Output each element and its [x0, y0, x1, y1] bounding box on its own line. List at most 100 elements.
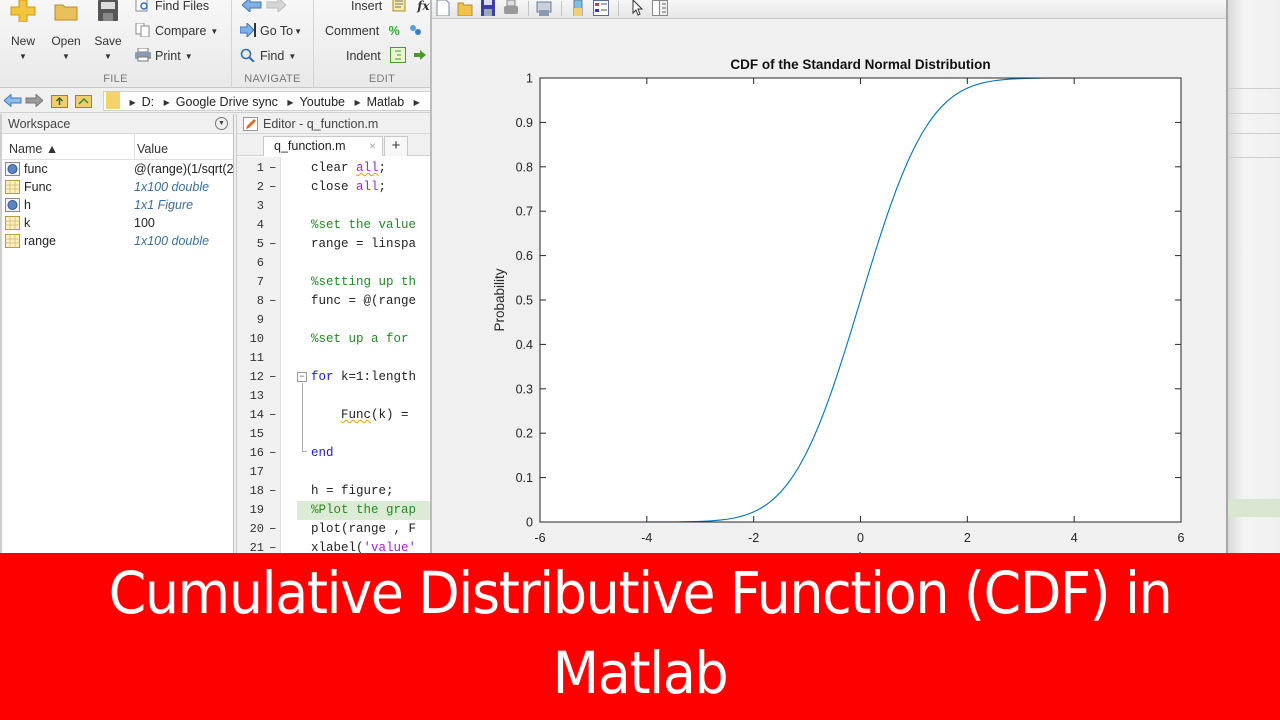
line-number: 12: [249, 370, 264, 384]
code-line[interactable]: 18– h = figure;: [237, 482, 432, 501]
line-number: 4: [256, 218, 264, 232]
back-arrow-icon[interactable]: [242, 0, 262, 12]
code-line[interactable]: 2– close all;: [237, 178, 432, 197]
code-line[interactable]: 12– for k=1:length: [237, 368, 432, 387]
save-dropdown-icon[interactable]: ▼: [88, 52, 128, 61]
compare-button[interactable]: Compare ▼: [135, 21, 218, 41]
breakpoint-dash-icon[interactable]: –: [269, 406, 277, 425]
uncomment-icon[interactable]: [409, 23, 422, 37]
code-line[interactable]: 13: [237, 387, 432, 406]
forward-arrow-icon[interactable]: [266, 0, 286, 12]
code-line[interactable]: 7 %setting up th: [237, 273, 432, 292]
line-number: 7: [256, 275, 264, 289]
code-line[interactable]: 8– func = @(range: [237, 292, 432, 311]
fold-guide: [302, 383, 303, 451]
workspace-variable-row[interactable]: h 1x1 Figure: [2, 196, 233, 214]
code-text: h = figure;: [311, 482, 394, 501]
code-line[interactable]: 4 %set the value: [237, 216, 432, 235]
workspace-variable-row[interactable]: Func 1x100 double: [2, 178, 233, 196]
forward-icon[interactable]: [25, 94, 43, 107]
breadcrumb-separator-icon[interactable]: ▶: [354, 98, 360, 107]
find-files-button[interactable]: Find Files: [135, 0, 209, 16]
code-text: %Plot the grap: [311, 501, 416, 520]
code-line[interactable]: 19 %Plot the grap: [237, 501, 432, 520]
code-line[interactable]: 15: [237, 425, 432, 444]
code-line[interactable]: 1– clear all;: [237, 159, 432, 178]
fx-icon[interactable]: fx: [417, 0, 429, 13]
matrix-variable-icon: [5, 234, 20, 248]
compare-dropdown-icon[interactable]: ▼: [210, 27, 218, 36]
code-line[interactable]: 17: [237, 463, 432, 482]
code-line[interactable]: 11: [237, 349, 432, 368]
find-files-label: Find Files: [155, 0, 210, 13]
code-token: all: [356, 161, 379, 175]
variable-name: range: [24, 234, 56, 248]
breadcrumb-separator-icon[interactable]: ▶: [164, 98, 170, 107]
code-line[interactable]: 9: [237, 311, 432, 330]
code-token: for: [311, 370, 334, 384]
indent-icon[interactable]: [413, 47, 426, 63]
code-line[interactable]: 14– Func(k) =: [237, 406, 432, 425]
find-button[interactable]: Find ▼: [240, 46, 296, 66]
value-column-header[interactable]: Value: [134, 134, 168, 160]
editor-panel: Editor - q_function.m q_function.m × + 1…: [236, 114, 432, 555]
new-tab-button[interactable]: +: [384, 136, 408, 156]
fold-toggle-icon[interactable]: −: [297, 372, 307, 382]
breakpoint-dash-icon[interactable]: –: [269, 444, 277, 463]
indent-button[interactable]: Indent: [346, 46, 426, 66]
folder-small-icon: [106, 92, 120, 109]
tab-q-function[interactable]: q_function.m ×: [263, 136, 383, 156]
find-label: Find: [260, 49, 285, 63]
printer-icon: [135, 48, 151, 62]
breakpoint-dash-icon[interactable]: –: [269, 235, 277, 254]
breadcrumb-google-drive-sync[interactable]: Google Drive sync: [176, 95, 278, 109]
workspace-variable-row[interactable]: k 100: [2, 214, 233, 232]
workspace-actions-icon[interactable]: ▼: [215, 117, 228, 130]
breakpoint-dash-icon[interactable]: –: [269, 482, 277, 501]
up-folder-icon[interactable]: [51, 93, 68, 108]
find-dropdown-icon[interactable]: ▼: [288, 52, 296, 61]
code-line[interactable]: 3: [237, 197, 432, 216]
breadcrumb-separator-icon[interactable]: ▶: [287, 98, 293, 107]
go-to-button[interactable]: Go To▼: [240, 21, 302, 41]
code-line[interactable]: 10 %set up a for: [237, 330, 432, 349]
code-line[interactable]: 6: [237, 254, 432, 273]
breadcrumb-drive[interactable]: D:: [142, 95, 155, 109]
code-line[interactable]: 20– plot(range , F: [237, 520, 432, 539]
breakpoint-dash-icon[interactable]: –: [269, 159, 277, 178]
breakpoint-dash-icon[interactable]: –: [269, 520, 277, 539]
breadcrumb[interactable]: ▶ D: ▶ Google Drive sync ▶ Youtube ▶ Matlab …: [103, 91, 432, 111]
breakpoint-dash-icon[interactable]: –: [269, 368, 277, 387]
matrix-variable-icon: [5, 180, 20, 194]
breadcrumb-youtube[interactable]: Youtube: [300, 95, 345, 109]
open-button[interactable]: Open ▼: [46, 0, 86, 61]
workspace-variable-row[interactable]: range 1x100 double: [2, 232, 233, 250]
code-token: %set up a for: [311, 332, 417, 346]
breakpoint-dash-icon[interactable]: –: [269, 292, 277, 311]
breakpoint-dash-icon[interactable]: –: [269, 178, 277, 197]
print-button[interactable]: Print ▼: [135, 46, 193, 66]
save-button[interactable]: Save ▼: [88, 0, 128, 61]
new-dropdown-icon[interactable]: ▼: [3, 52, 43, 61]
code-token: %Plot the grap: [311, 503, 417, 517]
breadcrumb-separator-icon[interactable]: ▶: [414, 98, 420, 107]
workspace-variable-row[interactable]: func @(range)(1/sqrt(2: [2, 160, 234, 178]
code-area[interactable]: 1– clear all; 2– close all; 3 4 %set the value…: [237, 157, 432, 555]
comment-button[interactable]: Comment %: [325, 21, 422, 41]
breadcrumb-matlab[interactable]: Matlab: [367, 95, 405, 109]
go-to-dropdown-icon[interactable]: ▼: [294, 27, 302, 36]
y-axis-label: Probability: [492, 268, 507, 331]
back-icon[interactable]: [4, 94, 22, 107]
browse-folder-icon[interactable]: [75, 93, 93, 108]
insert-button[interactable]: Insert fx: [351, 0, 430, 16]
print-dropdown-icon[interactable]: ▼: [185, 52, 193, 61]
code-line[interactable]: 5– range = linspa: [237, 235, 432, 254]
variable-value: @(range)(1/sqrt(2: [134, 162, 234, 176]
code-line[interactable]: 16– end: [237, 444, 432, 463]
breadcrumb-separator-icon[interactable]: ▶: [129, 98, 135, 107]
new-button[interactable]: New ▼: [3, 0, 43, 61]
y-tick-label: 0: [526, 516, 533, 530]
close-tab-icon[interactable]: ×: [369, 137, 376, 155]
edit-section-label: EDIT: [368, 73, 396, 85]
open-dropdown-icon[interactable]: ▼: [46, 52, 86, 61]
